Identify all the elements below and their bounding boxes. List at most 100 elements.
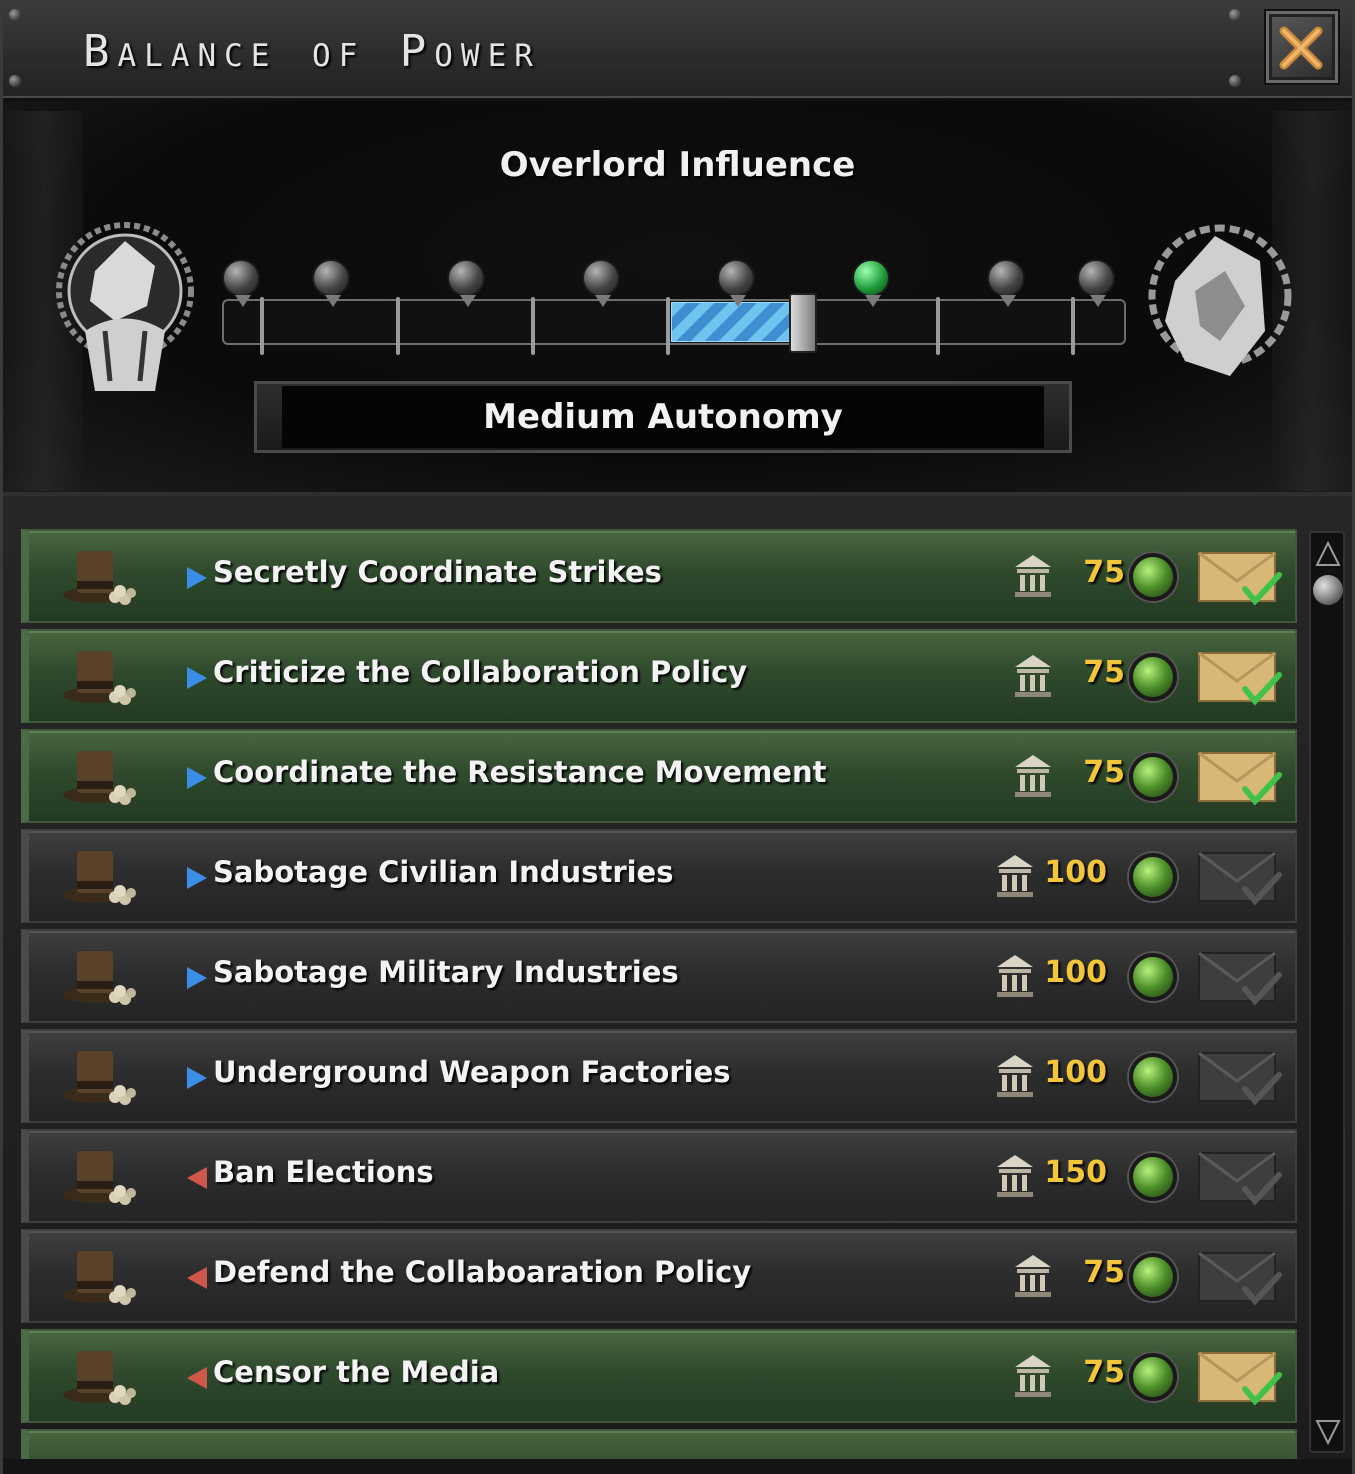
political-power-icon [1013,1253,1053,1299]
top-hat-money-icon [57,945,139,1009]
influence-marker[interactable] [582,259,620,307]
decision-label: Criticize the Collaboration Policy [213,655,748,689]
send-envelope-icon[interactable] [1195,645,1285,709]
decision-list: Secretly Coordinate Strikes 75 Criticize t… [17,523,1301,1463]
decision-cost: 150 [1044,1155,1107,1190]
scroll-thumb[interactable] [1313,575,1343,605]
decision-row[interactable]: Underground Weapon Factories 100 [21,1029,1297,1123]
status-orb-icon [1129,953,1177,1001]
rivet-icon [1229,75,1241,87]
decision-row[interactable]: Censor the Media 75 [21,1329,1297,1423]
track-tick [1071,297,1075,355]
send-envelope-disabled-icon[interactable] [1195,1045,1285,1109]
arrow-left-icon [187,1167,207,1189]
arrow-right-icon [187,667,207,689]
top-hat-money-icon [57,1245,139,1309]
track-tick [260,297,264,355]
influence-panel: Overlord Influence Medium Autonomy [3,101,1352,496]
track-tick [396,297,400,355]
track-tick [936,297,940,355]
send-envelope-icon[interactable] [1195,745,1285,809]
autonomy-status-label: Medium Autonomy [282,386,1044,448]
track-tick [666,297,670,355]
decision-label: Sabotage Military Industries [213,955,679,989]
decision-cost: 100 [1044,855,1107,890]
send-envelope-disabled-icon[interactable] [1195,1145,1285,1209]
decision-cost: 75 [1083,755,1125,790]
send-envelope-icon[interactable] [1195,545,1285,609]
decision-cost: 75 [1083,555,1125,590]
decision-cost: 75 [1083,1355,1125,1390]
influence-marker-active[interactable] [852,259,890,307]
decision-cost: 75 [1083,1255,1125,1290]
arrow-left-icon [187,1267,207,1289]
decision-label: Coordinate the Resistance Movement [213,755,827,789]
influence-marker[interactable] [717,259,755,307]
send-envelope-disabled-icon[interactable] [1195,945,1285,1009]
top-hat-money-icon [57,1145,139,1209]
overlord-gear-emblem-icon [56,222,194,391]
political-power-icon [1013,1353,1053,1399]
decision-label: Underground Weapon Factories [213,1055,731,1089]
send-envelope-icon[interactable] [1195,1345,1285,1409]
political-power-icon [1013,553,1053,599]
arrow-right-icon [187,967,207,989]
influence-marker[interactable] [987,259,1025,307]
influence-marker[interactable] [447,259,485,307]
scroll-up-icon[interactable] [1315,539,1341,569]
top-hat-money-icon [57,1345,139,1409]
status-orb-icon [1129,653,1177,701]
influence-slider-handle [789,293,817,353]
status-orb-icon [1129,1253,1177,1301]
rivet-icon [9,75,21,87]
influence-marker[interactable] [222,259,260,307]
title-bar: Balance of Power [3,3,1352,101]
decision-row[interactable]: Ban Elections 150 [21,1129,1297,1223]
arrow-right-icon [187,1067,207,1089]
autonomy-status-box: Medium Autonomy [254,381,1072,453]
top-hat-money-icon [57,845,139,909]
decision-row[interactable]: Coordinate the Resistance Movement 75 [21,729,1297,823]
political-power-icon [995,953,1035,999]
political-power-icon [1013,753,1053,799]
decision-label: Ban Elections [213,1155,434,1189]
footer-strip [3,1459,1352,1474]
decision-row[interactable]: Sabotage Military Industries 100 [21,929,1297,1023]
influence-marker[interactable] [1077,259,1115,307]
chained-nation-emblem-icon [1148,224,1292,376]
status-orb-icon [1129,1053,1177,1101]
political-power-icon [995,853,1035,899]
send-envelope-disabled-icon[interactable] [1195,1245,1285,1309]
scroll-down-icon[interactable] [1315,1417,1341,1447]
track-tick [531,297,535,355]
decision-row[interactable]: Sabotage Civilian Industries 100 [21,829,1297,923]
arrow-right-icon [187,867,207,889]
scrollbar[interactable] [1309,531,1345,1453]
decision-row-partial[interactable] [21,1429,1297,1463]
arrow-left-icon [187,1367,207,1389]
status-orb-icon [1129,1153,1177,1201]
decision-label: Censor the Media [213,1355,500,1389]
top-hat-money-icon [57,1045,139,1109]
close-button[interactable] [1266,11,1338,83]
decision-label: Sabotage Civilian Industries [213,855,674,889]
top-hat-money-icon [57,745,139,809]
status-orb-icon [1129,553,1177,601]
status-orb-icon [1129,753,1177,801]
close-icon [1279,26,1323,70]
decision-cost: 100 [1044,1055,1107,1090]
decision-label: Secretly Coordinate Strikes [213,555,662,589]
top-hat-money-icon [57,645,139,709]
decision-row[interactable]: Secretly Coordinate Strikes 75 [21,529,1297,623]
influence-marker[interactable] [312,259,350,307]
decision-cost: 75 [1083,655,1125,690]
decision-label: Defend the Collaboaration Policy [213,1255,752,1289]
decision-row[interactable]: Criticize the Collaboration Policy 75 [21,629,1297,723]
influence-progress-bar [671,302,797,342]
arrow-right-icon [187,767,207,789]
influence-heading: Overlord Influence [499,145,856,185]
top-hat-money-icon [57,545,139,609]
send-envelope-disabled-icon[interactable] [1195,845,1285,909]
political-power-icon [995,1153,1035,1199]
decision-row[interactable]: Defend the Collaboaration Policy 75 [21,1229,1297,1323]
